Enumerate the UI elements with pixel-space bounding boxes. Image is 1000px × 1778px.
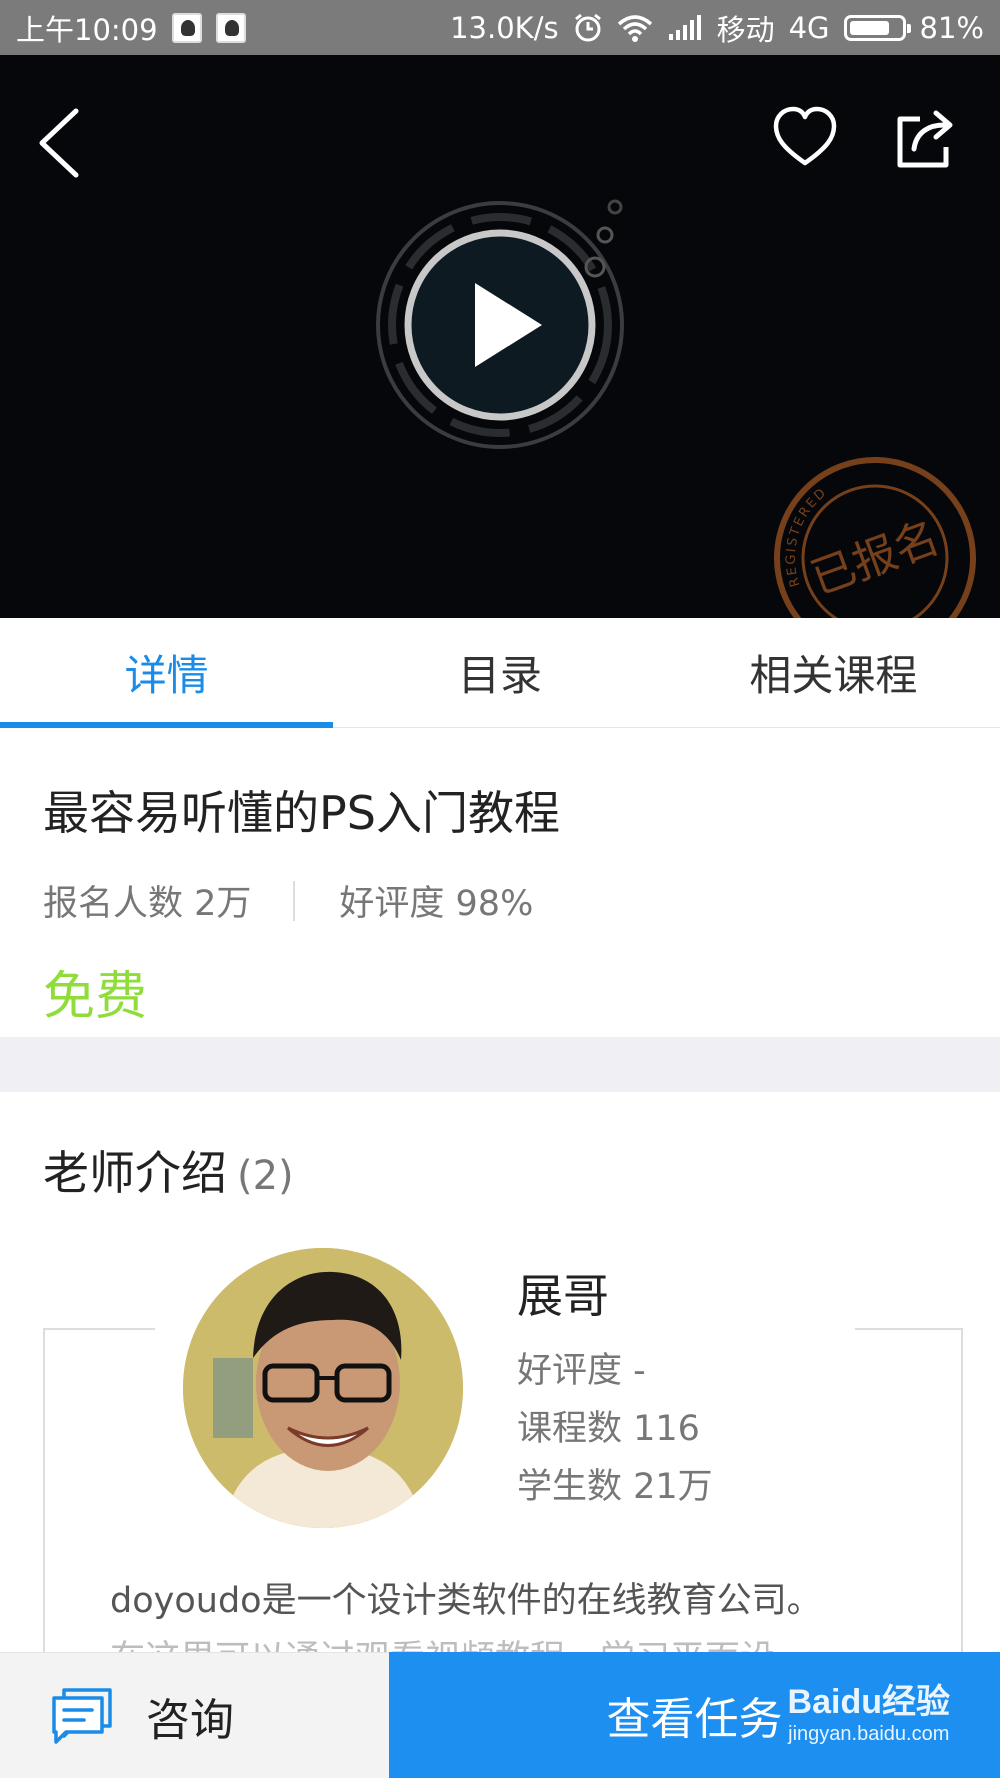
rating-value: 好评度 98% [339, 884, 534, 924]
video-player[interactable]: REGISTERED 已报名 [0, 55, 1000, 618]
course-title: 最容易听懂的PS入门教程 [43, 786, 560, 840]
battery-icon [843, 14, 911, 41]
tab-bar: 详情 目录 相关课程 [0, 618, 1000, 728]
course-meta: 报名人数 2万 好评度 98% [43, 875, 957, 926]
watermark-main: Baidu经验 [787, 1683, 950, 1721]
teacher-heading-label: 老师介绍 [43, 1146, 227, 1200]
tab-catalog[interactable]: 目录 [333, 618, 666, 727]
section-divider [0, 1037, 1000, 1092]
watermark-sub: jingyan.baidu.com [788, 1723, 950, 1745]
status-bar: 上午10:09 13.0K/s 移动 4G 81% [0, 0, 1000, 55]
teacher-student-count: 学生数 21万 [517, 1467, 713, 1507]
tab-related-courses[interactable]: 相关课程 [667, 618, 1000, 727]
network-speed: 13.0K/s [450, 10, 559, 45]
course-info: 最容易听懂的PS入门教程 报名人数 2万 好评度 98% 免费 [0, 729, 1000, 1037]
enrolled-count: 报名人数 2万 [43, 884, 252, 924]
status-time: 上午10:09 [16, 12, 158, 47]
share-icon[interactable] [890, 103, 960, 173]
consult-button[interactable]: 咨询 [0, 1652, 389, 1778]
view-tasks-label: 查看任务 [606, 1694, 783, 1745]
alarm-icon [574, 13, 601, 41]
chat-bubble-icon [52, 1687, 112, 1744]
signal-icon [668, 14, 701, 40]
teacher-heading: 老师介绍 (2) [43, 1137, 294, 1203]
network-type: 4G [788, 10, 830, 45]
bottom-action-bar: 咨询 查看任务 Baidu经验 jingyan.baidu.com [0, 1652, 1000, 1778]
registered-stamp-icon: REGISTERED 已报名 [770, 457, 976, 618]
notification-app-icon [171, 12, 202, 43]
meta-divider [293, 880, 296, 921]
teacher-rating: 好评度 - [517, 1351, 646, 1391]
stamp-text: 已报名 [804, 512, 945, 605]
consult-label: 咨询 [146, 1694, 234, 1746]
avatar[interactable] [183, 1248, 463, 1528]
favorite-heart-icon[interactable] [772, 103, 838, 173]
teacher-course-count: 课程数 116 [517, 1409, 700, 1449]
teacher-section: 老师介绍 (2) 展哥 好评度 - 课程数 116 学生数 21万 doyoudo… [0, 1092, 1000, 1728]
teacher-name: 展哥 [517, 1269, 609, 1323]
view-tasks-button[interactable]: 查看任务 Baidu经验 jingyan.baidu.com [389, 1652, 1000, 1778]
carrier-label: 移动 [716, 12, 775, 47]
battery-percent: 81% [919, 10, 984, 45]
teacher-count: (2) [237, 1153, 294, 1199]
back-arrow-icon[interactable] [30, 103, 90, 183]
wifi-icon [617, 14, 652, 42]
play-button-icon[interactable] [370, 195, 630, 455]
notification-app-icon [215, 12, 246, 43]
course-price: 免费 [43, 967, 148, 1027]
teacher-photo [183, 1248, 463, 1528]
battery-fill [849, 20, 889, 35]
tab-details[interactable]: 详情 [0, 618, 334, 728]
teacher-desc-line: doyoudo是一个设计类软件的在线教育公司。 [110, 1581, 822, 1621]
baidu-watermark: Baidu经验 jingyan.baidu.com [788, 1674, 950, 1746]
